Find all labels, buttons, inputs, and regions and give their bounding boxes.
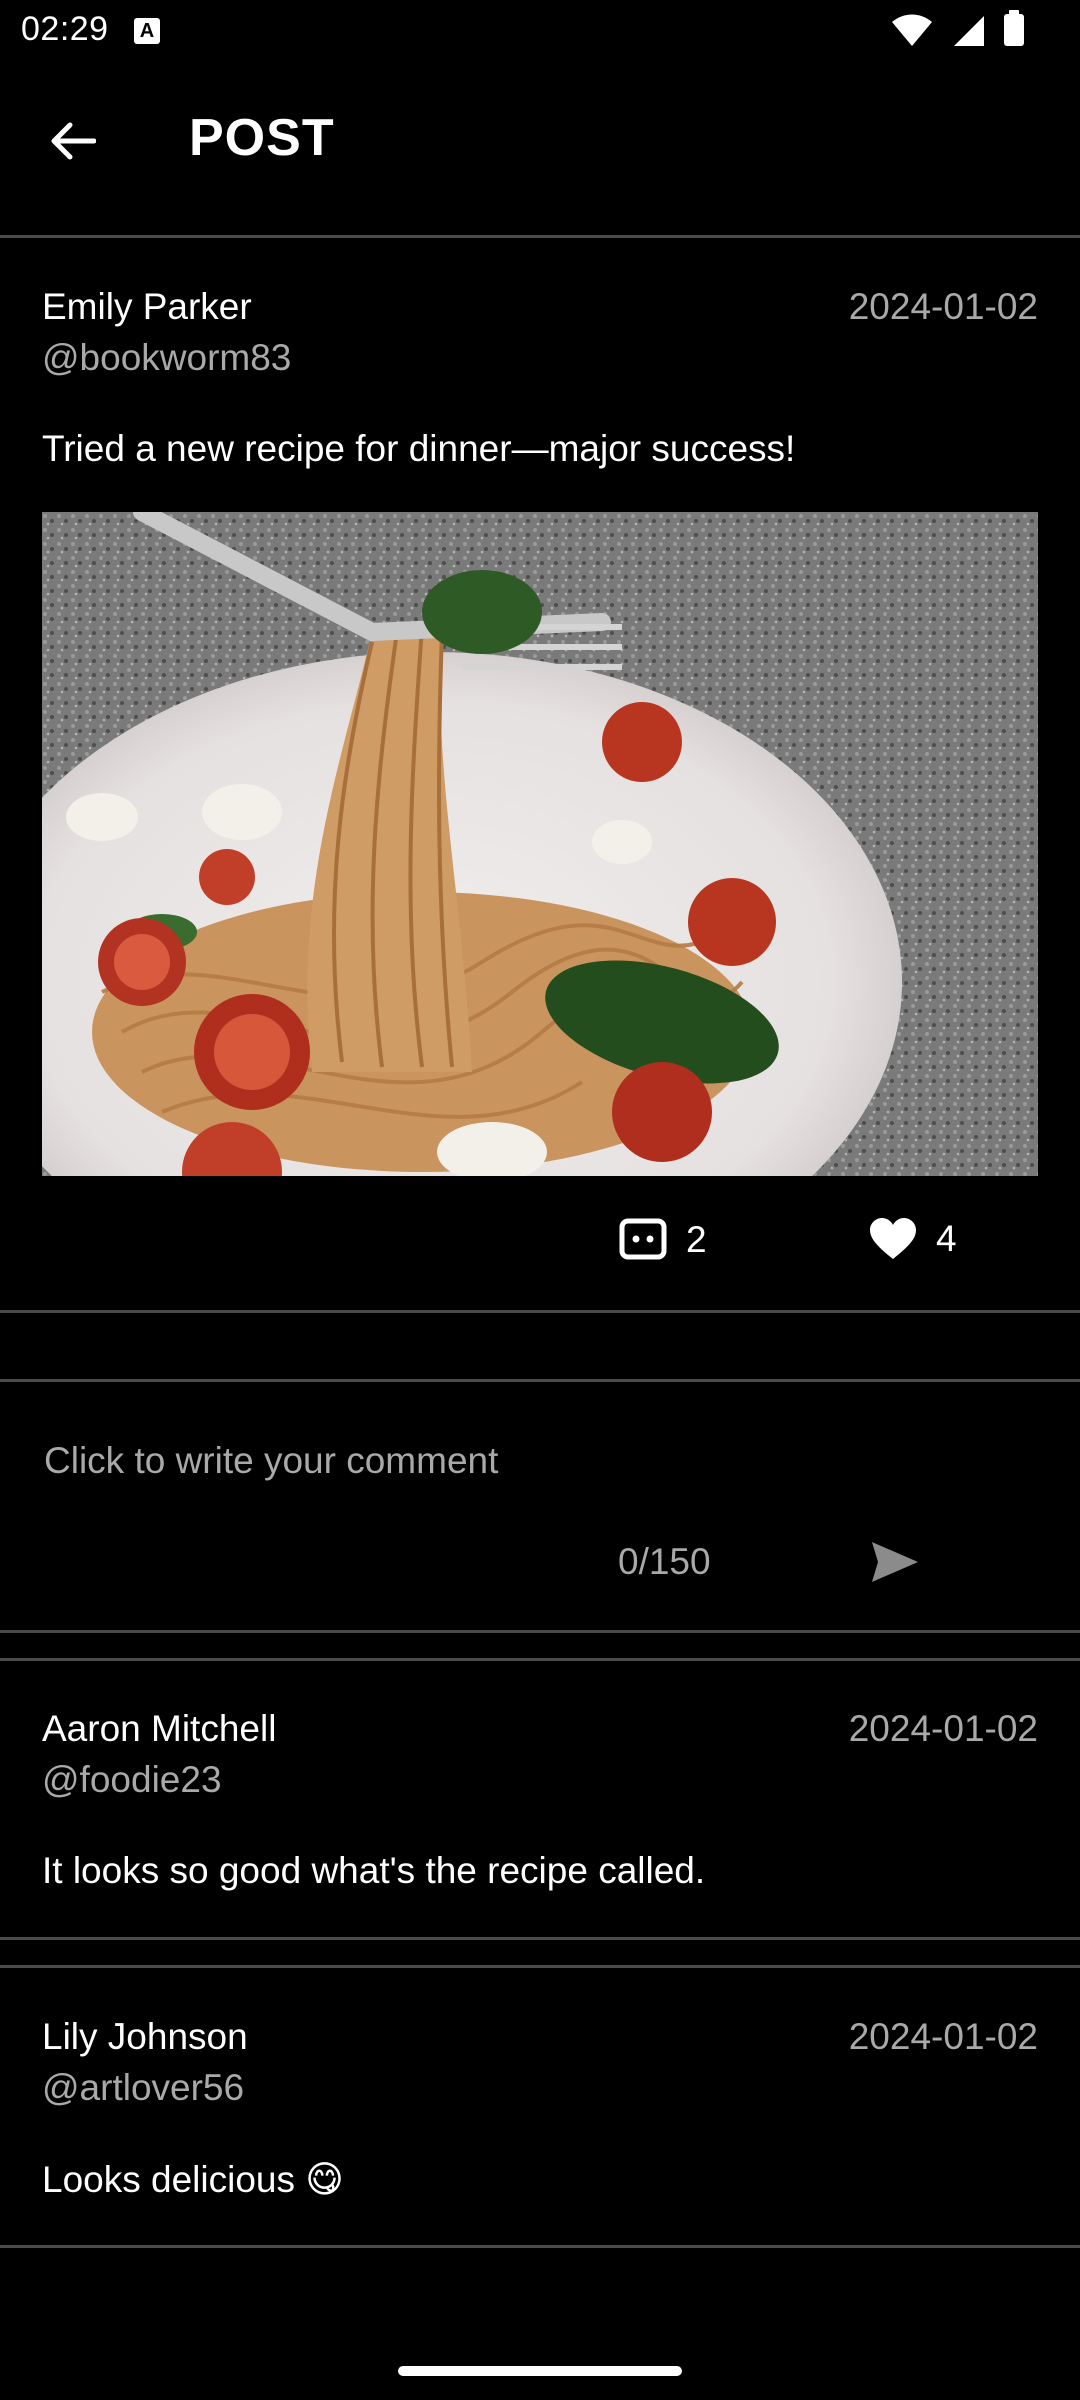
text-a-icon: A <box>134 18 160 44</box>
divider <box>0 1310 1080 1313</box>
comment-author-name[interactable]: Aaron Mitchell <box>42 1708 276 1750</box>
comments-count-button[interactable]: 2 <box>618 1217 707 1263</box>
divider <box>0 235 1080 238</box>
post-date: 2024-01-02 <box>848 286 1038 327</box>
wifi-icon <box>892 14 932 46</box>
comment-input[interactable] <box>42 1430 1006 1492</box>
comment-author-handle[interactable]: @artlover56 <box>42 2067 244 2109</box>
back-button[interactable] <box>40 108 106 174</box>
page-title: POST <box>189 109 335 167</box>
cellular-signal-icon <box>954 16 984 46</box>
like-button[interactable]: 4 <box>868 1217 957 1261</box>
post-screen: 02:29 A POST Emily Parker @bookworm83 20… <box>0 0 1080 2400</box>
status-time: 02:29 <box>21 10 109 48</box>
divider <box>0 1630 1080 1633</box>
comment-author-handle[interactable]: @foodie23 <box>42 1759 222 1801</box>
divider <box>0 1937 1080 1940</box>
comments-count: 2 <box>686 1219 707 1260</box>
comment-date: 2024-01-02 <box>848 2016 1038 2057</box>
battery-icon <box>1004 10 1024 46</box>
comment-date: 2024-01-02 <box>848 1708 1038 1749</box>
likes-count: 4 <box>936 1218 957 1259</box>
heart-icon <box>870 1218 916 1259</box>
comment-text: Looks delicious 😋 <box>42 2159 344 2200</box>
gesture-nav-handle[interactable] <box>398 2366 682 2376</box>
status-bar: 02:29 A <box>0 0 1080 64</box>
char-counter: 0/150 <box>618 1541 711 1582</box>
comment-icon <box>619 1218 667 1260</box>
divider <box>0 1379 1080 1382</box>
post-image[interactable] <box>42 512 1038 1176</box>
divider <box>0 2245 1080 2248</box>
send-button[interactable] <box>866 1534 922 1590</box>
post-text: Tried a new recipe for dinner—major succ… <box>42 428 796 469</box>
status-icons <box>890 10 1080 54</box>
send-icon <box>872 1542 918 1582</box>
arrow-left-icon <box>51 122 96 160</box>
divider <box>0 1965 1080 1968</box>
divider <box>0 1658 1080 1661</box>
app-bar: POST <box>0 64 1080 236</box>
comment-author-name[interactable]: Lily Johnson <box>42 2016 248 2058</box>
comment-text: It looks so good what's the recipe calle… <box>42 1850 706 1891</box>
post-author-name[interactable]: Emily Parker <box>42 286 252 328</box>
post-author-handle[interactable]: @bookworm83 <box>42 337 291 379</box>
